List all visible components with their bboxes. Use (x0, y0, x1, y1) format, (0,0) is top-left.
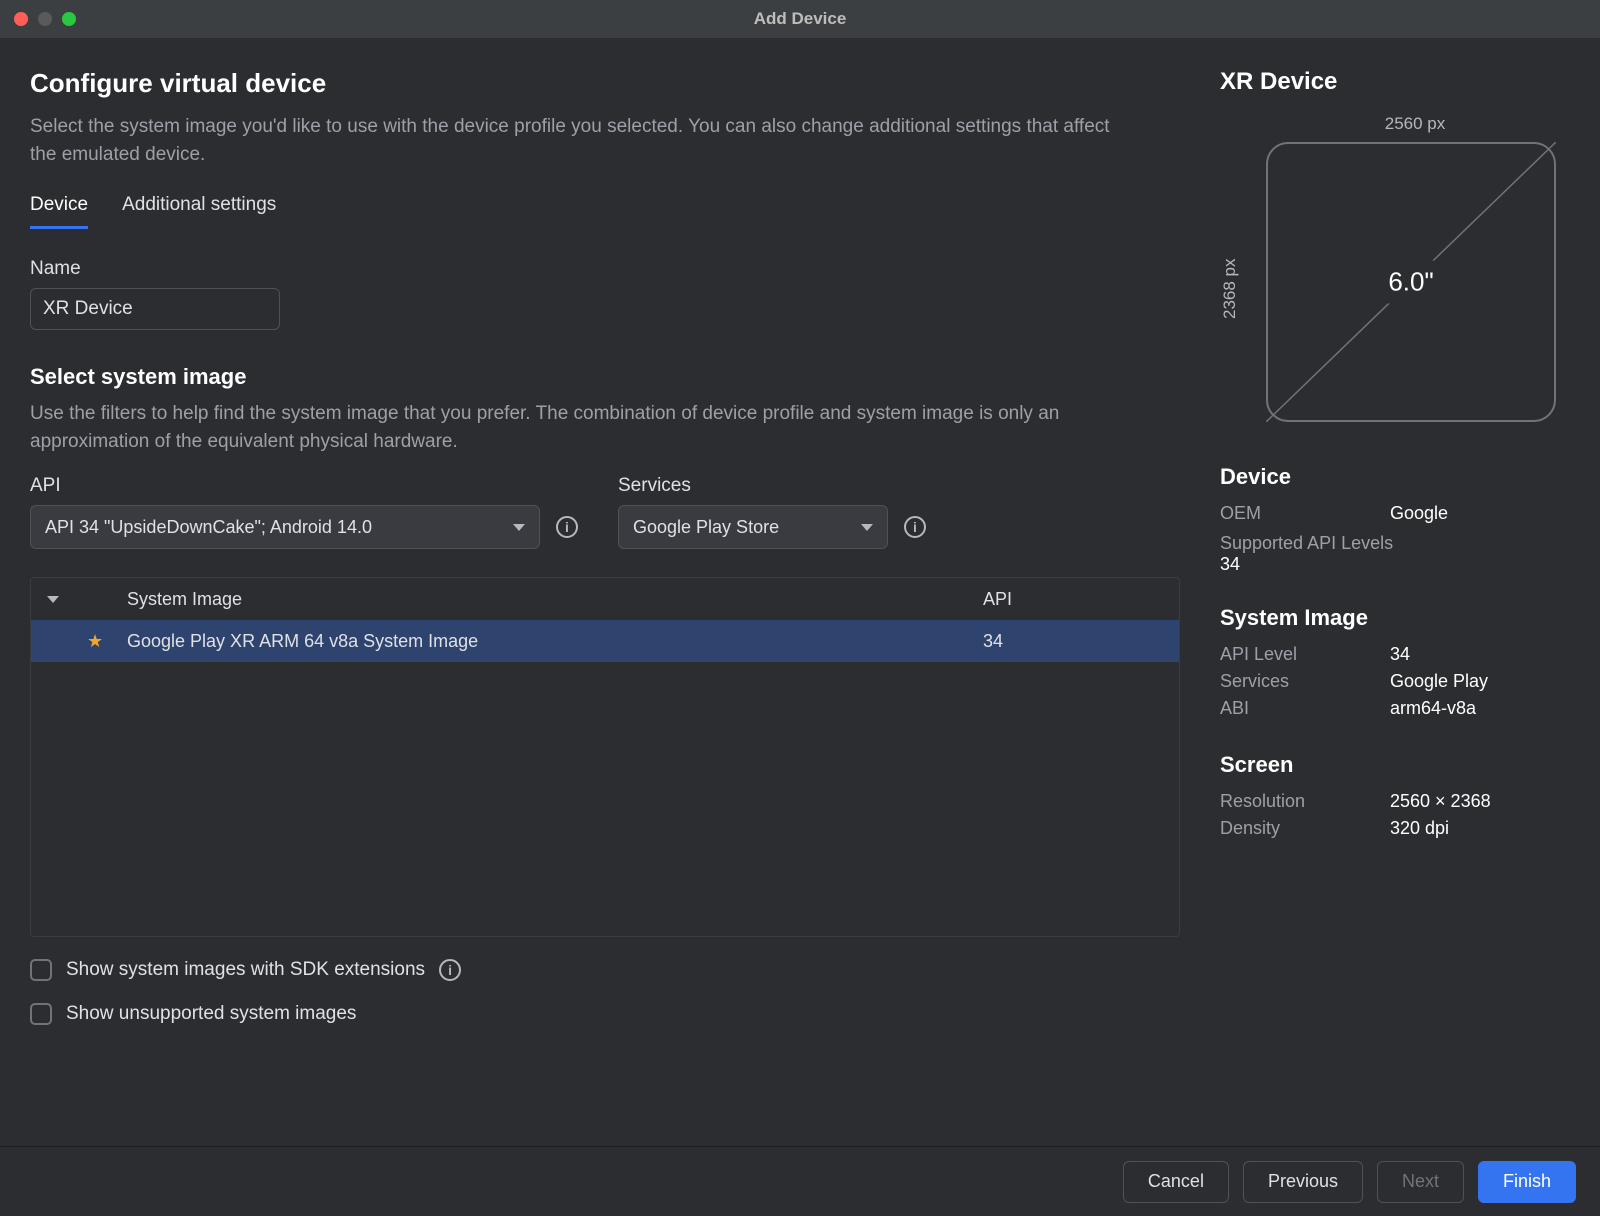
row-api: 34 (983, 631, 1163, 652)
collapse-icon[interactable] (47, 596, 59, 603)
spec-abi-key: ABI (1220, 698, 1390, 719)
window-title: Add Device (0, 9, 1600, 29)
spec-resolution-key: Resolution (1220, 791, 1390, 812)
spec-abi-val: arm64-v8a (1390, 698, 1476, 719)
dimension-width: 2560 px (1280, 114, 1550, 134)
services-filter-label: Services (618, 475, 926, 497)
spec-oem-key: OEM (1220, 503, 1390, 524)
col-header-name[interactable]: System Image (127, 589, 983, 610)
spec-device-heading: Device (1220, 464, 1570, 490)
table-row[interactable]: ★ Google Play XR ARM 64 v8a System Image… (31, 620, 1179, 662)
titlebar: Add Device (0, 0, 1600, 38)
table-header: System Image API (31, 578, 1179, 620)
spec-api-level-key: API Level (1220, 644, 1390, 665)
spec-screen-heading: Screen (1220, 752, 1570, 778)
page-title: Configure virtual device (30, 68, 1180, 99)
spec-density-val: 320 dpi (1390, 818, 1449, 839)
finish-button[interactable]: Finish (1478, 1161, 1576, 1203)
page-description: Select the system image you'd like to us… (30, 113, 1130, 168)
services-filter-value: Google Play Store (633, 517, 779, 538)
footer: Cancel Previous Next Finish (0, 1146, 1600, 1216)
col-header-api[interactable]: API (983, 589, 1163, 610)
tab-additional-settings[interactable]: Additional settings (122, 194, 276, 229)
tab-device[interactable]: Device (30, 194, 88, 229)
spec-services-val: Google Play (1390, 671, 1488, 692)
show-sdk-extensions-row[interactable]: Show system images with SDK extensions i (30, 959, 1180, 981)
spec-supported-api-val: 34 (1220, 554, 1570, 575)
cancel-button[interactable]: Cancel (1123, 1161, 1229, 1203)
show-unsupported-row[interactable]: Show unsupported system images (30, 1003, 1180, 1025)
name-label: Name (30, 258, 1180, 280)
spec-oem-val: Google (1390, 503, 1448, 524)
device-outline: 6.0" (1266, 142, 1556, 422)
chevron-down-icon (513, 524, 525, 531)
services-filter-select[interactable]: Google Play Store (618, 505, 888, 549)
api-filter-select[interactable]: API 34 "UpsideDownCake"; Android 14.0 (30, 505, 540, 549)
show-sdk-extensions-label: Show system images with SDK extensions (66, 959, 425, 981)
system-image-table: System Image API ★ Google Play XR ARM 64… (30, 577, 1180, 937)
system-image-description: Use the filters to help find the system … (30, 400, 1130, 455)
spec-system-image-heading: System Image (1220, 605, 1570, 631)
name-input[interactable] (30, 288, 280, 330)
dimension-height: 2368 px (1220, 144, 1250, 434)
api-info-icon[interactable]: i (556, 516, 578, 538)
spec-resolution-val: 2560 × 2368 (1390, 791, 1491, 812)
api-filter-label: API (30, 475, 578, 497)
show-sdk-extensions-checkbox[interactable] (30, 959, 52, 981)
spec-services-key: Services (1220, 671, 1390, 692)
system-image-title: Select system image (30, 364, 1180, 390)
preview-title: XR Device (1220, 68, 1570, 96)
sdk-ext-info-icon[interactable]: i (439, 959, 461, 981)
tabs: Device Additional settings (30, 194, 1180, 230)
next-button: Next (1377, 1161, 1464, 1203)
show-unsupported-label: Show unsupported system images (66, 1003, 356, 1025)
star-icon: ★ (87, 631, 103, 652)
api-filter-value: API 34 "UpsideDownCake"; Android 14.0 (45, 517, 372, 538)
device-diagonal: 6.0" (1374, 261, 1447, 304)
row-name: Google Play XR ARM 64 v8a System Image (127, 631, 983, 652)
spec-api-level-val: 34 (1390, 644, 1410, 665)
services-info-icon[interactable]: i (904, 516, 926, 538)
chevron-down-icon (861, 524, 873, 531)
previous-button[interactable]: Previous (1243, 1161, 1363, 1203)
show-unsupported-checkbox[interactable] (30, 1003, 52, 1025)
spec-density-key: Density (1220, 818, 1390, 839)
spec-supported-api-label: Supported API Levels (1220, 533, 1570, 554)
device-preview: 2560 px 2368 px 6.0" (1220, 114, 1570, 434)
